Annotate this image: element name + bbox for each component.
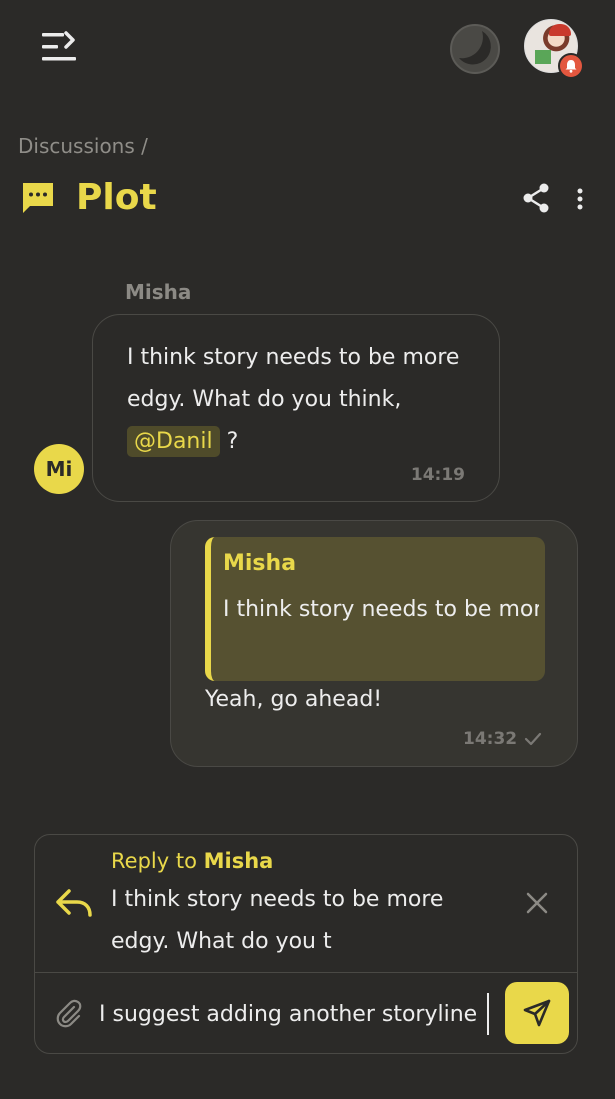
menu-collapse-icon[interactable]	[38, 28, 80, 66]
user-avatar[interactable]	[524, 19, 584, 79]
reply-label: Reply to Misha	[111, 849, 273, 873]
paperclip-icon[interactable]	[55, 999, 83, 1029]
message-text-part: ?	[219, 429, 239, 454]
incoming-message[interactable]: I think story needs to be more edgy. Wha…	[92, 314, 500, 502]
message-time: 14:32	[463, 729, 518, 749]
moon-icon[interactable]	[448, 22, 502, 76]
close-icon[interactable]	[523, 889, 551, 917]
breadcrumb[interactable]: Discussions /	[18, 134, 148, 158]
discussion-header: Plot	[18, 172, 598, 224]
top-bar	[0, 0, 615, 100]
reply-author: Misha	[203, 849, 274, 873]
page-title: Plot	[76, 177, 157, 218]
quote-author: Misha	[223, 551, 297, 576]
share-icon[interactable]	[520, 182, 552, 214]
quoted-message[interactable]: Misha I think story needs to be more edg…	[205, 537, 545, 681]
chat-bubble-icon	[20, 180, 56, 216]
message-input[interactable]	[97, 993, 489, 1035]
reply-icon	[55, 885, 93, 921]
message-sender-name: Misha	[125, 280, 192, 304]
message-text: I think story needs to be more edgy. Wha…	[127, 337, 487, 463]
send-button[interactable]	[505, 982, 569, 1044]
sender-avatar[interactable]: Mi	[34, 444, 84, 494]
reply-text: I think story needs to be more edgy. Wha…	[111, 887, 444, 954]
message-time: 14:19	[410, 465, 465, 485]
quote-text: I think story needs to be more edgy. Wha…	[223, 597, 539, 622]
reply-prefix: Reply to	[111, 849, 197, 873]
message-text-part: I think story needs to be more edgy. Wha…	[127, 345, 460, 412]
bell-icon[interactable]	[558, 53, 584, 79]
more-options-icon[interactable]	[570, 184, 590, 214]
send-icon	[523, 999, 551, 1027]
check-icon	[523, 729, 543, 749]
message-composer: Reply to Misha I think story needs to be…	[34, 834, 578, 1054]
outgoing-message[interactable]: Misha I think story needs to be more edg…	[170, 520, 578, 767]
user-mention[interactable]: @Danil	[127, 426, 220, 457]
reply-preview: Reply to Misha I think story needs to be…	[35, 835, 577, 973]
message-text: Yeah, go ahead!	[205, 687, 383, 712]
